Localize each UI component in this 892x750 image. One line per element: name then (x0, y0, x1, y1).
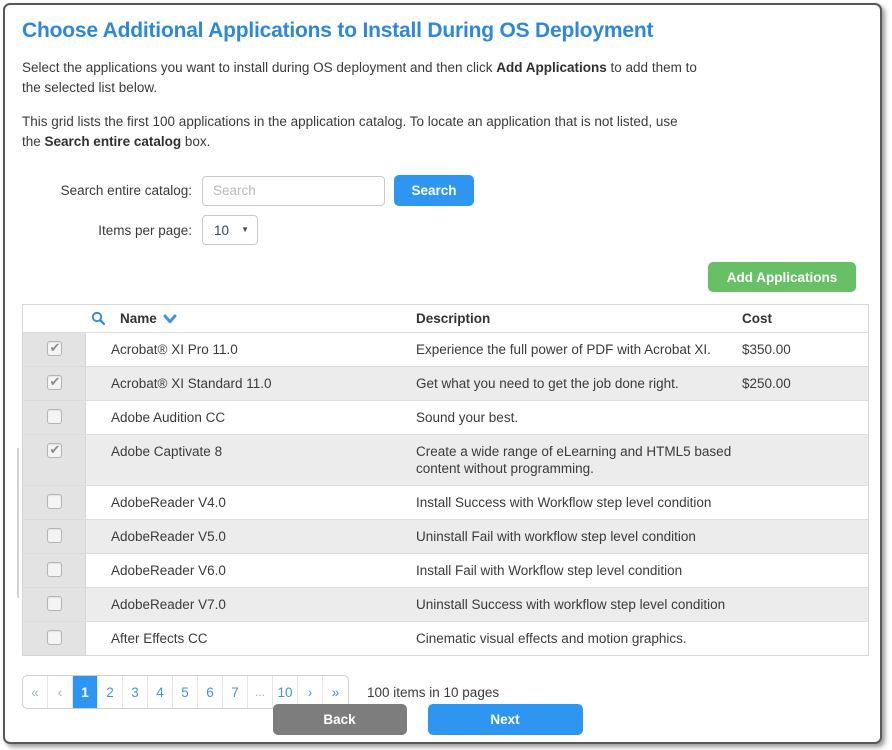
row-checkbox[interactable] (47, 596, 62, 611)
table-row[interactable]: After Effects CC Cinematic visual effect… (23, 621, 868, 655)
row-checkbox[interactable] (47, 409, 62, 424)
pager-summary: 100 items in 10 pages (367, 685, 499, 700)
row-checkbox[interactable] (47, 341, 62, 356)
row-checkbox[interactable] (47, 443, 62, 458)
search-input[interactable] (202, 176, 385, 206)
row-checkbox-cell (23, 588, 86, 621)
items-per-page-select[interactable]: 10 ▼ (202, 215, 258, 245)
app-cost (741, 486, 868, 519)
back-button[interactable]: Back (273, 704, 407, 735)
app-cost (741, 622, 868, 655)
intro-paragraph-2: This grid lists the first 100 applicatio… (22, 112, 762, 152)
intro1-bold-add-applications: Add Applications (496, 60, 607, 75)
row-checkbox-cell (23, 554, 86, 587)
app-cost (741, 520, 868, 553)
row-checkbox-cell (23, 520, 86, 553)
app-name: Adobe Audition CC (86, 401, 411, 434)
app-name: AdobeReader V5.0 (86, 520, 411, 553)
app-name: After Effects CC (86, 622, 411, 655)
app-name: AdobeReader V4.0 (86, 486, 411, 519)
search-button[interactable]: Search (394, 175, 474, 206)
app-name: AdobeReader V6.0 (86, 554, 411, 587)
row-checkbox[interactable] (47, 375, 62, 390)
table-row[interactable]: AdobeReader V6.0 Install Fail with Workf… (23, 553, 868, 587)
app-description: Uninstall Success with workflow step lev… (411, 588, 741, 621)
app-name: AdobeReader V7.0 (86, 588, 411, 621)
app-description: Experience the full power of PDF with Ac… (411, 333, 741, 366)
add-applications-button[interactable]: Add Applications (708, 262, 856, 292)
row-checkbox[interactable] (47, 494, 62, 509)
intro-paragraph-1: Select the applications you want to inst… (22, 58, 762, 98)
intro1-text: Select the applications you want to inst… (22, 60, 496, 75)
table-row[interactable]: Acrobat® XI Pro 11.0 Experience the full… (23, 332, 868, 366)
name-column-header[interactable]: Name (86, 311, 411, 326)
items-per-page-label: Items per page: (22, 223, 192, 238)
table-row[interactable]: Adobe Audition CC Sound your best. (23, 400, 868, 434)
dialog-window: Choose Additional Applications to Instal… (3, 3, 882, 744)
row-checkbox-cell (23, 486, 86, 519)
items-per-page-row: Items per page: 10 ▼ (22, 215, 869, 245)
name-column-label: Name (120, 311, 157, 326)
intro2-text: This grid lists the first 100 applicatio… (22, 114, 678, 129)
app-cost (741, 401, 868, 434)
app-description: Uninstall Fail with workflow step level … (411, 520, 741, 553)
app-cost (741, 435, 868, 485)
page-title: Choose Additional Applications to Instal… (22, 19, 869, 43)
row-checkbox[interactable] (47, 562, 62, 577)
description-column-header: Description (411, 311, 741, 326)
app-name: Acrobat® XI Standard 11.0 (86, 367, 411, 400)
intro2-line2-end: box. (181, 134, 210, 149)
app-cost (741, 588, 868, 621)
table-row[interactable]: AdobeReader V4.0 Install Success with Wo… (23, 485, 868, 519)
footer-buttons: Back Next (5, 704, 880, 735)
app-cost: $350.00 (741, 333, 868, 366)
app-description: Install Fail with Workflow step level co… (411, 554, 741, 587)
intro1-text-cont: to add them to (607, 60, 697, 75)
table-row[interactable]: AdobeReader V7.0 Uninstall Success with … (23, 587, 868, 621)
items-per-page-value: 10 (214, 223, 229, 238)
app-cost (741, 554, 868, 587)
scroll-hint-line (17, 448, 19, 598)
table-body: Acrobat® XI Pro 11.0 Experience the full… (23, 332, 868, 655)
search-catalog-label: Search entire catalog: (22, 183, 192, 198)
cost-column-header: Cost (741, 311, 868, 326)
table-row[interactable]: Acrobat® XI Standard 11.0 Get what you n… (23, 366, 868, 400)
magnifier-icon[interactable] (91, 311, 106, 326)
app-description: Get what you need to get the job done ri… (411, 367, 741, 400)
search-row: Search entire catalog: Search (22, 175, 869, 206)
app-description: Install Success with Workflow step level… (411, 486, 741, 519)
app-description: Create a wide range of eLearning and HTM… (411, 435, 741, 485)
app-name: Adobe Captivate 8 (86, 435, 411, 485)
table-row[interactable]: Adobe Captivate 8 Create a wide range of… (23, 434, 868, 485)
row-checkbox[interactable] (47, 528, 62, 543)
app-cost: $250.00 (741, 367, 868, 400)
intro1-line2: the selected list below. (22, 80, 157, 95)
row-checkbox[interactable] (47, 630, 62, 645)
applications-grid: Name Description Cost Acrobat® XI Pro 11… (22, 304, 869, 656)
app-description: Cinematic visual effects and motion grap… (411, 622, 741, 655)
app-description: Sound your best. (411, 401, 741, 434)
intro2-line2: the (22, 134, 45, 149)
sort-descending-chevron-down-icon (163, 314, 177, 324)
row-checkbox-cell (23, 435, 86, 485)
grid-header: Name Description Cost (23, 305, 868, 332)
row-checkbox-cell (23, 401, 86, 434)
app-name: Acrobat® XI Pro 11.0 (86, 333, 411, 366)
dropdown-caret-icon: ▼ (241, 226, 249, 234)
row-checkbox-cell (23, 333, 86, 366)
row-checkbox-cell (23, 367, 86, 400)
row-checkbox-cell (23, 622, 86, 655)
next-button[interactable]: Next (428, 704, 583, 735)
intro2-bold-search-catalog: Search entire catalog (45, 134, 182, 149)
table-row[interactable]: AdobeReader V5.0 Uninstall Fail with wor… (23, 519, 868, 553)
